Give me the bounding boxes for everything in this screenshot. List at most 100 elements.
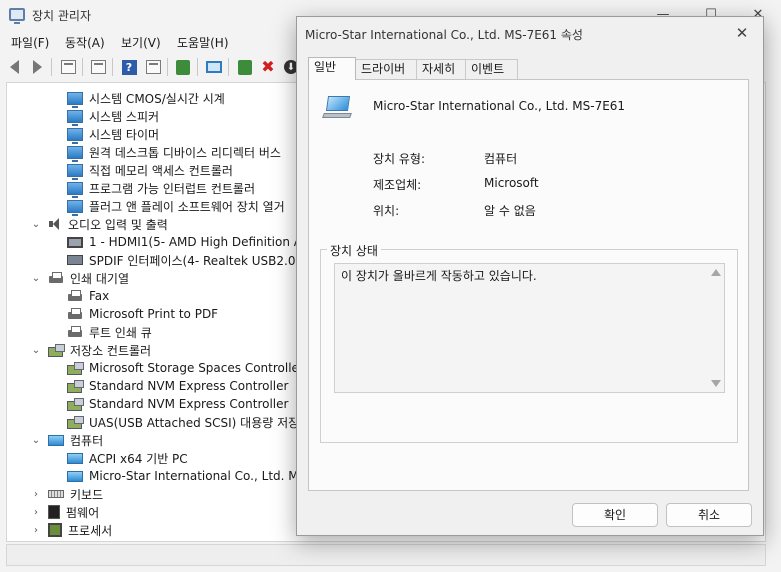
storage-controller-icon	[48, 344, 65, 357]
tree-item[interactable]: Microsoft Print to PDF	[67, 305, 218, 323]
tree-item[interactable]: ACPI x64 기반 PC	[67, 449, 188, 467]
tree-item[interactable]: SPDIF 인터페이스(4- Realtek USB2.0 A	[67, 251, 307, 269]
device-status-box[interactable]: 이 장치가 올바르게 작동하고 있습니다.	[334, 263, 725, 393]
tab-driver[interactable]: 드라이버	[355, 59, 417, 79]
tree-item[interactable]: Standard NVM Express Controller	[67, 395, 288, 413]
tab-general[interactable]: 일반	[308, 57, 356, 80]
tree-item[interactable]: 프로그램 가능 인터럽트 컨트롤러	[67, 179, 256, 198]
tree-item-label: 시스템 CMOS/실시간 시계	[89, 91, 225, 106]
tree-category-keyboard[interactable]: 키보드	[48, 485, 103, 503]
tree-item[interactable]: Fax	[67, 287, 109, 305]
ok-button[interactable]: 확인	[572, 503, 658, 527]
tree-item[interactable]: 1 - HDMI1(5- AMD High Definition Au	[67, 233, 310, 251]
dialog-close-button[interactable]: ✕	[727, 21, 757, 45]
action-pane-button[interactable]	[143, 57, 163, 77]
tree-item-label: 직접 메모리 액세스 컨트롤러	[89, 163, 233, 178]
menu-action[interactable]: 동작(A)	[65, 34, 105, 51]
speaker-icon	[48, 217, 62, 231]
system-device-icon	[67, 127, 83, 144]
uninstall-x-icon: ✖	[261, 57, 275, 76]
tree-category-storage-controllers[interactable]: 저장소 컨트롤러	[48, 341, 151, 359]
toolbar-separator	[228, 58, 229, 76]
expand-chevron-icon[interactable]: ›	[31, 525, 41, 536]
toolbar-separator	[197, 58, 198, 76]
tree-item[interactable]: 시스템 스피커	[67, 107, 159, 126]
printer-icon	[67, 326, 83, 338]
uninstall-device-button[interactable]: ✖	[258, 57, 278, 77]
expand-chevron-icon[interactable]: ›	[31, 489, 41, 500]
scroll-up-arrow-icon[interactable]	[711, 269, 721, 276]
computer-icon	[48, 434, 64, 446]
display-button[interactable]	[204, 57, 224, 77]
collapse-chevron-icon[interactable]: ⌄	[31, 219, 41, 230]
toolbar-separator	[167, 58, 168, 76]
tab-details[interactable]: 자세히	[416, 59, 466, 79]
monitor-icon	[206, 61, 222, 73]
horizontal-scrollbar[interactable]	[6, 544, 766, 566]
tree-category-firmware[interactable]: 펌웨어	[48, 503, 99, 521]
printer-icon	[48, 272, 64, 284]
tree-item-label: 1 - HDMI1(5- AMD High Definition Au	[89, 235, 310, 249]
toolbar-separator	[82, 58, 83, 76]
tree-item[interactable]: 플러그 앤 플레이 소프트웨어 장치 열거	[67, 197, 285, 216]
help-icon: ?	[121, 59, 137, 75]
tree-item-label: 프로그램 가능 인터럽트 컨트롤러	[89, 181, 256, 196]
collapse-chevron-icon[interactable]: ⌄	[31, 435, 41, 446]
tree-category-print-queues[interactable]: 인쇄 대기열	[48, 269, 129, 287]
menu-file[interactable]: 파일(F)	[11, 34, 49, 51]
toolbar-separator	[112, 58, 113, 76]
collapse-chevron-icon[interactable]: ⌄	[31, 273, 41, 284]
forward-button[interactable]	[27, 57, 47, 77]
display-audio-icon	[67, 236, 83, 248]
tree-item-selected-computer[interactable]: Micro-Star International Co., Ltd. MS-7	[67, 467, 318, 485]
tree-item[interactable]: 시스템 CMOS/실시간 시계	[67, 89, 225, 108]
back-button[interactable]	[4, 57, 24, 77]
properties-button[interactable]	[88, 57, 108, 77]
tree-item-label: 루트 인쇄 큐	[89, 325, 152, 340]
cancel-button[interactable]: 취소	[666, 503, 752, 527]
manufacturer-value: Microsoft	[484, 176, 539, 190]
tree-item[interactable]: Standard NVM Express Controller	[67, 377, 288, 395]
collapse-chevron-icon[interactable]: ⌄	[31, 345, 41, 356]
tree-item[interactable]: 원격 데스크톱 디바이스 리디렉터 버스	[67, 143, 281, 162]
tree-category-audio[interactable]: 오디오 입력 및 출력	[48, 215, 168, 233]
tree-item-label: Micro-Star International Co., Ltd. MS-7	[89, 469, 319, 483]
tab-events[interactable]: 이벤트	[465, 59, 518, 79]
tree-item[interactable]: 시스템 타이머	[67, 125, 159, 144]
tree-category-computer[interactable]: 컴퓨터	[48, 431, 103, 449]
computer-icon	[67, 470, 83, 482]
menu-help[interactable]: 도움말(H)	[177, 34, 229, 51]
tree-item[interactable]: 루트 인쇄 큐	[67, 323, 152, 341]
computer-icon	[321, 94, 353, 122]
status-scrollbar[interactable]	[708, 264, 724, 392]
tree-category-processors[interactable]: 프로세서	[48, 521, 112, 539]
expand-chevron-icon[interactable]: ›	[31, 507, 41, 518]
tree-item-label: Microsoft Print to PDF	[89, 307, 219, 321]
tree-item[interactable]: Microsoft Storage Spaces Controller	[67, 359, 304, 377]
system-device-icon	[67, 109, 83, 126]
update-driver-button[interactable]	[235, 57, 255, 77]
storage-controller-icon	[67, 362, 84, 375]
tree-item[interactable]: 직접 메모리 액세스 컨트롤러	[67, 161, 233, 180]
system-device-icon	[67, 199, 83, 216]
manufacturer-label: 제조업체:	[373, 178, 422, 192]
show-hide-console-tree-button[interactable]	[58, 57, 78, 77]
tree-item-label: 컴퓨터	[70, 433, 104, 448]
tree-item-label: SPDIF 인터페이스(4- Realtek USB2.0 A	[89, 253, 308, 268]
storage-controller-icon	[67, 380, 84, 393]
device-status-title: 장치 상태	[327, 242, 381, 259]
help-button[interactable]: ?	[119, 57, 139, 77]
menu-view[interactable]: 보기(V)	[121, 34, 161, 51]
device-manager-icon	[9, 8, 25, 24]
tree-item-label: Fax	[89, 289, 110, 303]
general-tab-panel: Micro-Star International Co., Ltd. MS-7E…	[308, 79, 749, 491]
device-name: Micro-Star International Co., Ltd. MS-7E…	[373, 99, 626, 113]
scan-hardware-button[interactable]	[173, 57, 193, 77]
tree-item[interactable]: UAS(USB Attached SCSI) 대용량 저장 장	[67, 413, 314, 431]
tree-item-label: 원격 데스크톱 디바이스 리디렉터 버스	[89, 145, 281, 160]
scroll-down-arrow-icon[interactable]	[711, 380, 721, 387]
system-device-icon	[67, 91, 83, 108]
tree-item-label: 프로세서	[68, 523, 113, 538]
tree-item-label: Standard NVM Express Controller	[89, 397, 289, 411]
location-label: 위치:	[373, 204, 400, 218]
